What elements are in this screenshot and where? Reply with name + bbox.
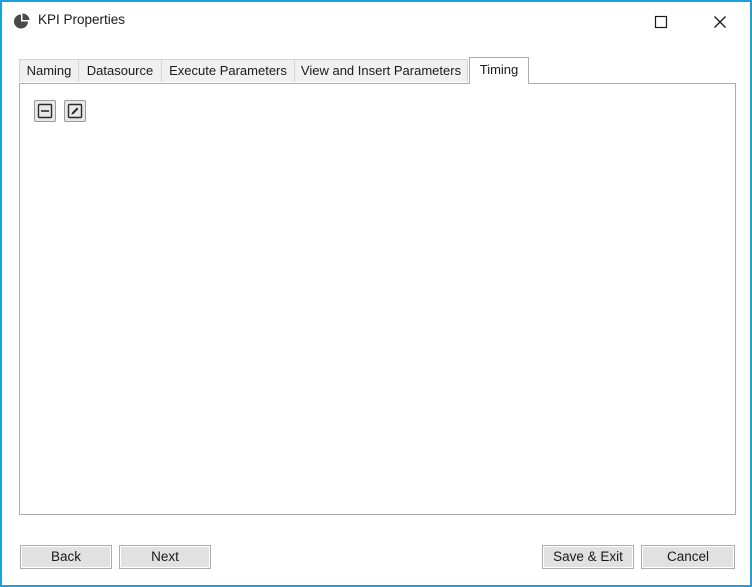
edit-button[interactable] [64,100,86,122]
tab-datasource[interactable]: Datasource [78,59,162,82]
collapse-button[interactable] [34,100,56,122]
tab-view-and-insert-parameters[interactable]: View and Insert Parameters [294,59,468,82]
title-bar: KPI Properties [2,2,750,40]
tab-naming[interactable]: Naming [19,59,79,82]
next-button[interactable]: Next [119,545,211,569]
maximize-icon [654,15,668,29]
close-icon [714,16,726,28]
collapse-icon [37,103,53,119]
close-button[interactable] [710,12,730,32]
timing-tab-panel [19,83,736,515]
window-title: KPI Properties [38,12,126,27]
maximize-button[interactable] [651,12,671,32]
pie-chart-icon [13,13,30,30]
cancel-button[interactable]: Cancel [641,545,735,569]
edit-icon [67,103,83,119]
tab-execute-parameters[interactable]: Execute Parameters [161,59,295,82]
kpi-properties-window: KPI Properties Naming Datasource Execute… [0,0,752,587]
save-and-exit-button[interactable]: Save & Exit [542,545,634,569]
tab-timing[interactable]: Timing [469,57,529,84]
back-button[interactable]: Back [20,545,112,569]
